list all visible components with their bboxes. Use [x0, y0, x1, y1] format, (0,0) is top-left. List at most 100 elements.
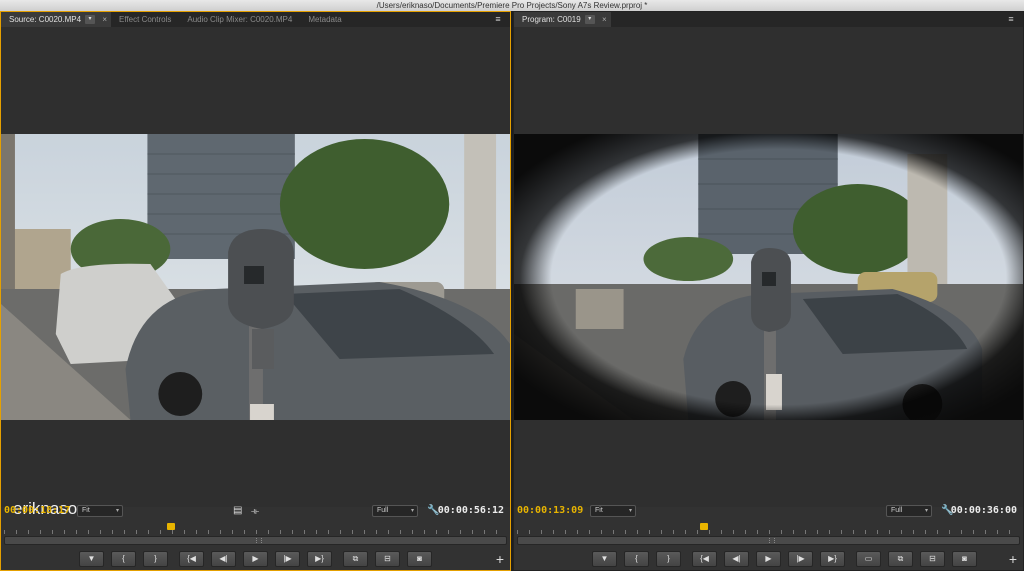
chevron-down-icon: ▾	[628, 508, 632, 514]
source-time-row: 00:00:18:17 Fit ▾ ▤ ⟛ Full ▾ 🔧 00:00:56:12	[1, 504, 510, 520]
panel-menu-icon[interactable]: ≡	[1005, 14, 1017, 24]
step-forward-button[interactable]: |▶	[275, 551, 300, 567]
chevron-down-icon[interactable]: ▾	[584, 15, 595, 24]
play-icon: ▶	[765, 554, 772, 563]
overwrite-button[interactable]: ⊟	[375, 551, 400, 567]
source-duration-timecode: 00:00:56:12	[437, 505, 504, 516]
extract-icon: ⊟	[929, 554, 936, 563]
extract-button[interactable]: ⊟	[920, 551, 945, 567]
tab-source-label: Source: C0020.MP4	[9, 15, 82, 24]
mark-out-button[interactable]: }	[143, 551, 168, 567]
insert-icon: ⧉	[352, 554, 359, 563]
panel-menu-icon[interactable]: ≡	[492, 14, 504, 24]
program-resolution-select[interactable]: Full ▾	[886, 505, 932, 517]
program-playhead[interactable]	[699, 523, 708, 530]
lift-button[interactable]: ⧉	[888, 551, 913, 567]
plus-icon[interactable]: +	[496, 551, 504, 567]
overwrite-icon: ⊟	[384, 554, 391, 563]
source-resolution-value: Full	[377, 507, 389, 514]
source-time-ruler[interactable]	[4, 524, 507, 534]
drag-audio-icon[interactable]: ⟛	[251, 505, 259, 517]
mark-in-icon: {	[122, 554, 125, 563]
source-transport-controls: ▼ { } {◀ ◀| ▶ |▶ ▶} ⧉ ⊟ ◙ +	[1, 551, 510, 569]
program-viewport[interactable]	[514, 27, 1023, 507]
scroll-grip[interactable]	[255, 538, 262, 543]
mark-out-icon: }	[154, 554, 157, 563]
tab-program[interactable]: Program: C0019 ▾ ×	[514, 12, 611, 27]
chevron-down-icon: ▾	[410, 508, 414, 514]
source-resolution-select[interactable]: Full ▾	[372, 505, 418, 517]
export-frame-button[interactable]: ◙	[407, 551, 432, 567]
step-forward-icon: |▶	[796, 554, 805, 563]
tab-program-label: Program: C0019	[522, 15, 581, 24]
source-tabbar: Source: C0020.MP4 ▾ × Effect Controls Au…	[1, 12, 510, 27]
go-to-out-icon: ▶}	[828, 554, 837, 563]
add-marker-button[interactable]: ▼	[79, 551, 104, 567]
program-resolution-value: Full	[891, 507, 903, 514]
step-forward-button[interactable]: |▶	[788, 551, 813, 567]
program-monitor-panel: Program: C0019 ▾ × ≡ 00:00:13:09 Fit ▾ F…	[513, 11, 1024, 571]
program-duration-timecode: 00:00:36:00	[950, 505, 1017, 516]
add-marker-button[interactable]: ▼	[592, 551, 617, 567]
tab-source[interactable]: Source: C0020.MP4 ▾ ×	[1, 12, 112, 27]
go-to-out-icon: ▶}	[315, 554, 324, 563]
export-frame-icon: ◙	[962, 554, 967, 563]
source-monitor-panel: Source: C0020.MP4 ▾ × Effect Controls Au…	[0, 11, 511, 571]
chevron-down-icon: ▾	[924, 508, 928, 514]
go-to-out-button[interactable]: ▶}	[820, 551, 845, 567]
mark-in-button[interactable]: {	[111, 551, 136, 567]
program-video-frame	[514, 134, 1023, 420]
tab-effect-controls[interactable]: Effect Controls	[111, 12, 179, 27]
mark-in-button[interactable]: {	[624, 551, 649, 567]
close-icon[interactable]: ×	[102, 12, 107, 27]
plus-icon[interactable]: +	[1009, 551, 1017, 567]
step-forward-icon: |▶	[283, 554, 292, 563]
play-button[interactable]: ▶	[243, 551, 268, 567]
close-icon[interactable]: ×	[602, 12, 607, 27]
marker-icon: ▼	[600, 554, 609, 563]
export-frame-button[interactable]: ◙	[952, 551, 977, 567]
step-back-button[interactable]: ◀|	[211, 551, 236, 567]
program-zoom-value: Fit	[595, 507, 603, 514]
marker-icon: ▼	[87, 554, 96, 563]
play-icon: ▶	[252, 554, 259, 563]
go-to-in-icon: {◀	[187, 554, 196, 563]
source-zoom-value: Fit	[82, 507, 90, 514]
step-back-icon: ◀|	[219, 554, 228, 563]
mark-in-icon: {	[635, 554, 638, 563]
step-back-icon: ◀|	[732, 554, 741, 563]
drag-video-icon[interactable]: ▤	[233, 505, 242, 517]
program-time-ruler[interactable]	[517, 524, 1020, 534]
program-time-row: 00:00:13:09 Fit ▾ Full ▾ 🔧 00:00:36:00	[514, 504, 1023, 520]
mark-out-button[interactable]: }	[656, 551, 681, 567]
export-frame-icon: ◙	[417, 554, 422, 563]
safe-margins-button[interactable]: ▭	[856, 551, 881, 567]
source-current-timecode[interactable]: 00:00:18:17	[4, 505, 70, 516]
tab-audio-clip-mixer[interactable]: Audio Clip Mixer: C0020.MP4	[179, 12, 300, 27]
source-viewport[interactable]: eriknaso.com	[1, 27, 510, 518]
source-zoom-select[interactable]: Fit ▾	[77, 505, 123, 517]
insert-button[interactable]: ⧉	[343, 551, 368, 567]
play-button[interactable]: ▶	[756, 551, 781, 567]
chevron-down-icon[interactable]: ▾	[85, 15, 96, 24]
safe-margins-icon: ▭	[864, 554, 873, 563]
go-to-in-button[interactable]: {◀	[692, 551, 717, 567]
program-transport-controls: ▼ { } {◀ ◀| ▶ |▶ ▶} ▭ ⧉ ⊟ ◙ +	[514, 551, 1023, 569]
lift-icon: ⧉	[897, 554, 904, 563]
chevron-down-icon: ▾	[115, 508, 119, 514]
program-tabbar: Program: C0019 ▾ ×	[514, 12, 1023, 27]
program-zoom-scrollbar[interactable]	[517, 536, 1020, 545]
go-to-out-button[interactable]: ▶}	[307, 551, 332, 567]
go-to-in-button[interactable]: {◀	[179, 551, 204, 567]
window-title: /Users/eriknaso/Documents/Premiere Pro P…	[0, 0, 1024, 11]
go-to-in-icon: {◀	[700, 554, 709, 563]
source-video-frame	[1, 134, 510, 420]
tab-metadata[interactable]: Metadata	[300, 12, 349, 27]
program-current-timecode[interactable]: 00:00:13:09	[517, 505, 583, 516]
scroll-grip[interactable]	[768, 538, 775, 543]
source-playhead[interactable]	[166, 523, 175, 530]
program-zoom-select[interactable]: Fit ▾	[590, 505, 636, 517]
source-zoom-scrollbar[interactable]	[4, 536, 507, 545]
step-back-button[interactable]: ◀|	[724, 551, 749, 567]
mark-out-icon: }	[667, 554, 670, 563]
